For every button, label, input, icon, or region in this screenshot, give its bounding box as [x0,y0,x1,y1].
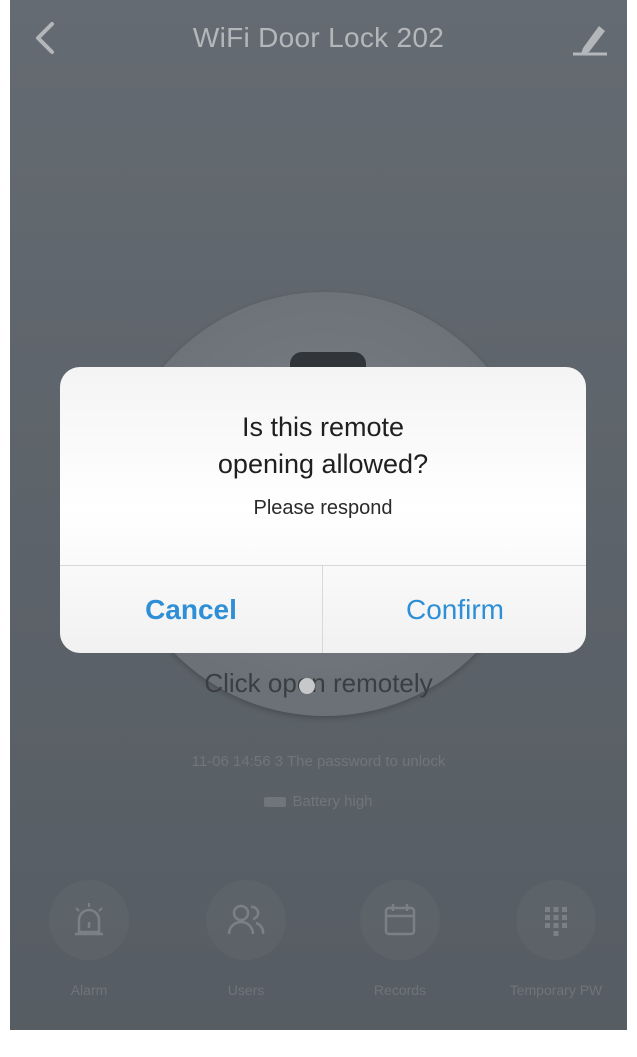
cancel-button[interactable]: Cancel [60,566,322,653]
dialog-button-row: Cancel Confirm [60,565,586,653]
confirm-dialog: Is this remote opening allowed? Please r… [60,367,586,653]
dialog-title-line2: opening allowed? [217,449,429,479]
app-screen: WiFi Door Lock 202 Click open remotely 1… [10,0,627,1030]
button-divider [322,566,323,653]
confirm-button[interactable]: Confirm [324,566,586,653]
dialog-title: Is this remote opening allowed? [60,409,586,483]
dialog-title-line1: Is this remote [241,412,405,442]
dialog-message: Please respond [253,497,393,519]
